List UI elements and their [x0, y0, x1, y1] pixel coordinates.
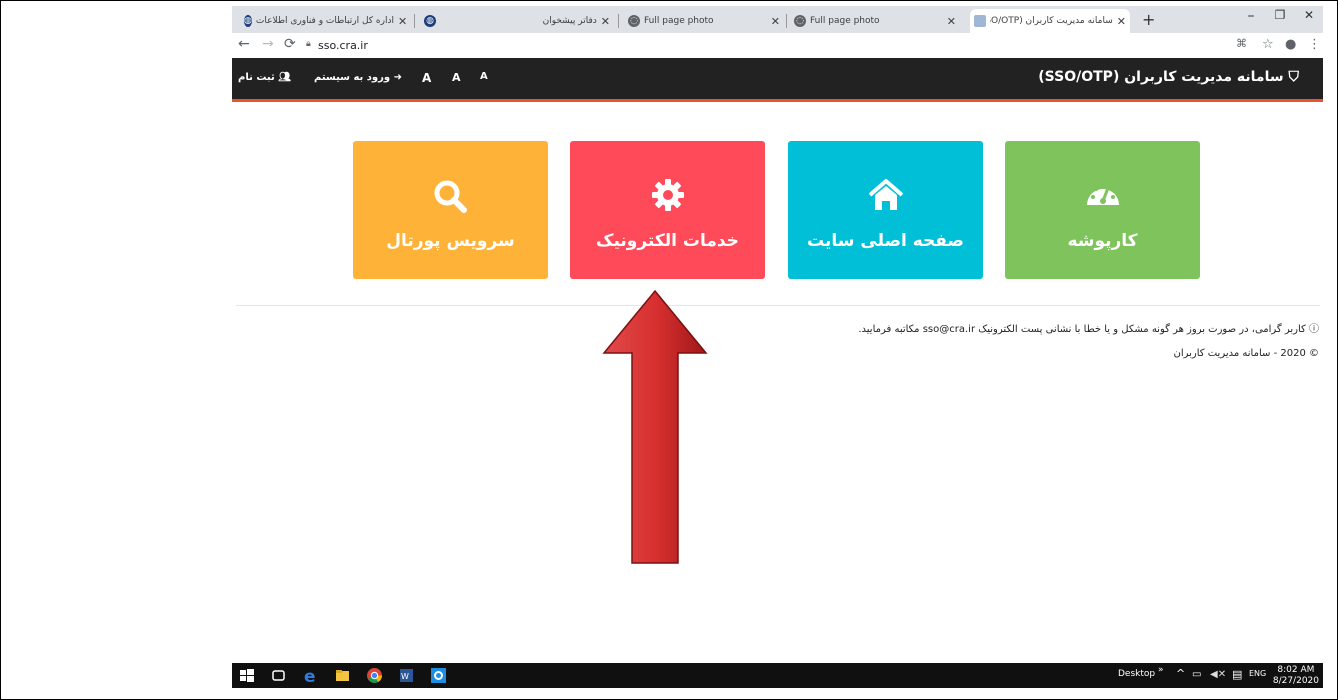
tab-strip: ◍ اداره کل ارتباطات و فناوری اطلاعات ✕ ◍… [232, 6, 1323, 33]
home-icon [788, 177, 983, 213]
page-icon [974, 15, 986, 27]
edge-icon[interactable]: e [302, 667, 319, 684]
back-icon[interactable]: ← [238, 36, 250, 52]
profile-icon[interactable]: ● [1285, 37, 1296, 52]
info-icon: ⓘ [1309, 324, 1319, 335]
volume-muted-icon[interactable]: ◀✕ [1210, 669, 1226, 680]
close-tab-icon[interactable]: ✕ [947, 15, 956, 28]
minimize-button[interactable]: – [1236, 8, 1266, 24]
tab-separator [618, 14, 619, 28]
tab-ict-office[interactable]: ◍ اداره کل ارتباطات و فناوری اطلاعات ✕ [240, 9, 410, 33]
network-icon[interactable]: ▭ [1192, 669, 1201, 680]
add-user-icon: 👥︎ [278, 72, 291, 83]
search-icon [353, 177, 548, 213]
desktop-toolbar-label[interactable]: Desktop [1118, 669, 1155, 679]
shield-icon: ⛉ [1288, 69, 1300, 85]
divider [236, 305, 1320, 306]
site-title-text: سامانه مدیریت کاربران (SSO/OTP) [1038, 69, 1284, 85]
close-tab-icon[interactable]: ✕ [771, 15, 780, 28]
close-tab-icon[interactable]: ✕ [1117, 15, 1126, 28]
svg-text:W: W [401, 672, 409, 681]
chrome-icon[interactable] [366, 667, 383, 684]
support-note: ⓘ کاربر گرامی، در صورت بروز هر گونه مشکل… [858, 320, 1319, 335]
bookmark-star-icon[interactable]: ☆ [1262, 37, 1274, 52]
tile-label: سرویس پورتال [386, 231, 515, 251]
login-link[interactable]: ➜ ورود به سیستم [314, 72, 402, 83]
url-field[interactable]: sso.cra.ir [318, 39, 368, 52]
language-indicator[interactable]: ENG [1249, 669, 1266, 678]
register-link[interactable]: 👥︎ ثبت نام [238, 72, 291, 83]
tab-title: Full page photo [810, 16, 880, 26]
menu-kebab-icon[interactable]: ⋮ [1308, 37, 1321, 52]
settings-app-icon[interactable] [430, 667, 447, 684]
emblem-icon: ◍ [244, 15, 252, 27]
windows-taskbar: e W Desktop » ^ ▭ ◀✕ ▤ ENG 8:02 AM 8/27/… [232, 663, 1323, 688]
tab-separator [786, 14, 787, 28]
address-bar: ← → ⟳ 🔒︎ sso.cra.ir ⌘ ☆ ● ⋮ [232, 33, 1323, 59]
globe-icon: ◌ [794, 15, 806, 27]
font-size-large[interactable]: A [422, 71, 431, 85]
tab-sso-active[interactable]: سامانه مدیریت کاربران (SSO/OTP) ✕ [970, 9, 1130, 33]
tab-separator [414, 14, 415, 28]
toolbar-expand-icon[interactable]: » [1158, 665, 1164, 675]
word-icon[interactable]: W [398, 667, 415, 684]
emblem-icon: ◍ [424, 15, 436, 27]
maximize-button[interactable]: ❐ [1265, 8, 1295, 22]
tab-title: دفاتر پیشخوان [542, 16, 597, 26]
annotation-arrow-icon [602, 289, 708, 564]
tile-electronic-services[interactable]: خدمات الکترونیک [570, 141, 765, 279]
windows-start-icon[interactable] [238, 667, 255, 684]
close-window-button[interactable]: ✕ [1294, 8, 1323, 22]
forward-icon[interactable]: → [262, 36, 274, 52]
tile-site-home[interactable]: صفحه اصلی سایت [788, 141, 983, 279]
clock-date: 8/27/2020 [1272, 676, 1319, 686]
tab-full-page-photo-1[interactable]: ◌ Full page photo ✕ [624, 9, 784, 33]
site-title: ⛉ سامانه مدیریت کاربران (SSO/OTP) [1038, 69, 1299, 85]
clock-time: 8:02 AM [1277, 665, 1315, 675]
tray-chevron-up-icon[interactable]: ^ [1176, 667, 1185, 680]
tab-title: سامانه مدیریت کاربران (SSO/OTP) [990, 16, 1113, 26]
globe-icon: ◌ [628, 15, 640, 27]
tile-portal-service[interactable]: سرویس پورتال [353, 141, 548, 279]
gear-icon [570, 177, 765, 213]
tab-offices[interactable]: ◍ دفاتر پیشخوان ✕ [424, 9, 614, 33]
new-tab-button[interactable]: + [1142, 10, 1155, 29]
tab-full-page-photo-2[interactable]: ◌ Full page photo ✕ [790, 9, 960, 33]
font-size-medium[interactable]: A [452, 71, 461, 84]
tile-label: کارپوشه [1067, 231, 1138, 251]
register-label: ثبت نام [238, 72, 275, 83]
taskbar-clock[interactable]: 8:02 AM 8/27/2020 [1273, 665, 1319, 687]
close-tab-icon[interactable]: ✕ [601, 15, 610, 28]
task-view-icon[interactable] [270, 667, 287, 684]
reload-icon[interactable]: ⟳ [284, 36, 296, 52]
lock-icon[interactable]: 🔒︎ [306, 39, 311, 49]
tile-workfolder[interactable]: کارپوشه [1005, 141, 1200, 279]
dashboard-icon [1005, 177, 1200, 213]
svg-text:e: e [304, 667, 316, 684]
site-navbar: 👥︎ ثبت نام ➜ ورود به سیستم A A A ⛉ سامان… [232, 58, 1323, 102]
file-explorer-icon[interactable] [334, 667, 351, 684]
sign-in-icon: ➜ [393, 72, 402, 83]
copyright: © 2020 - سامانه مدیریت کاربران [1173, 348, 1319, 359]
tile-label: صفحه اصلی سایت [807, 231, 964, 251]
tile-label: خدمات الکترونیک [596, 231, 739, 251]
close-tab-icon[interactable]: ✕ [398, 15, 407, 28]
font-size-small[interactable]: A [480, 71, 488, 82]
tab-title: Full page photo [644, 16, 714, 26]
translate-icon[interactable]: ⌘ [1236, 37, 1247, 50]
login-label: ورود به سیستم [314, 72, 391, 83]
tab-title: اداره کل ارتباطات و فناوری اطلاعات [255, 16, 394, 26]
notifications-icon[interactable]: ▤ [1232, 668, 1242, 681]
support-note-text: کاربر گرامی، در صورت بروز هر گونه مشکل و… [858, 324, 1306, 335]
browser-window: ◍ اداره کل ارتباطات و فناوری اطلاعات ✕ ◍… [232, 6, 1323, 688]
